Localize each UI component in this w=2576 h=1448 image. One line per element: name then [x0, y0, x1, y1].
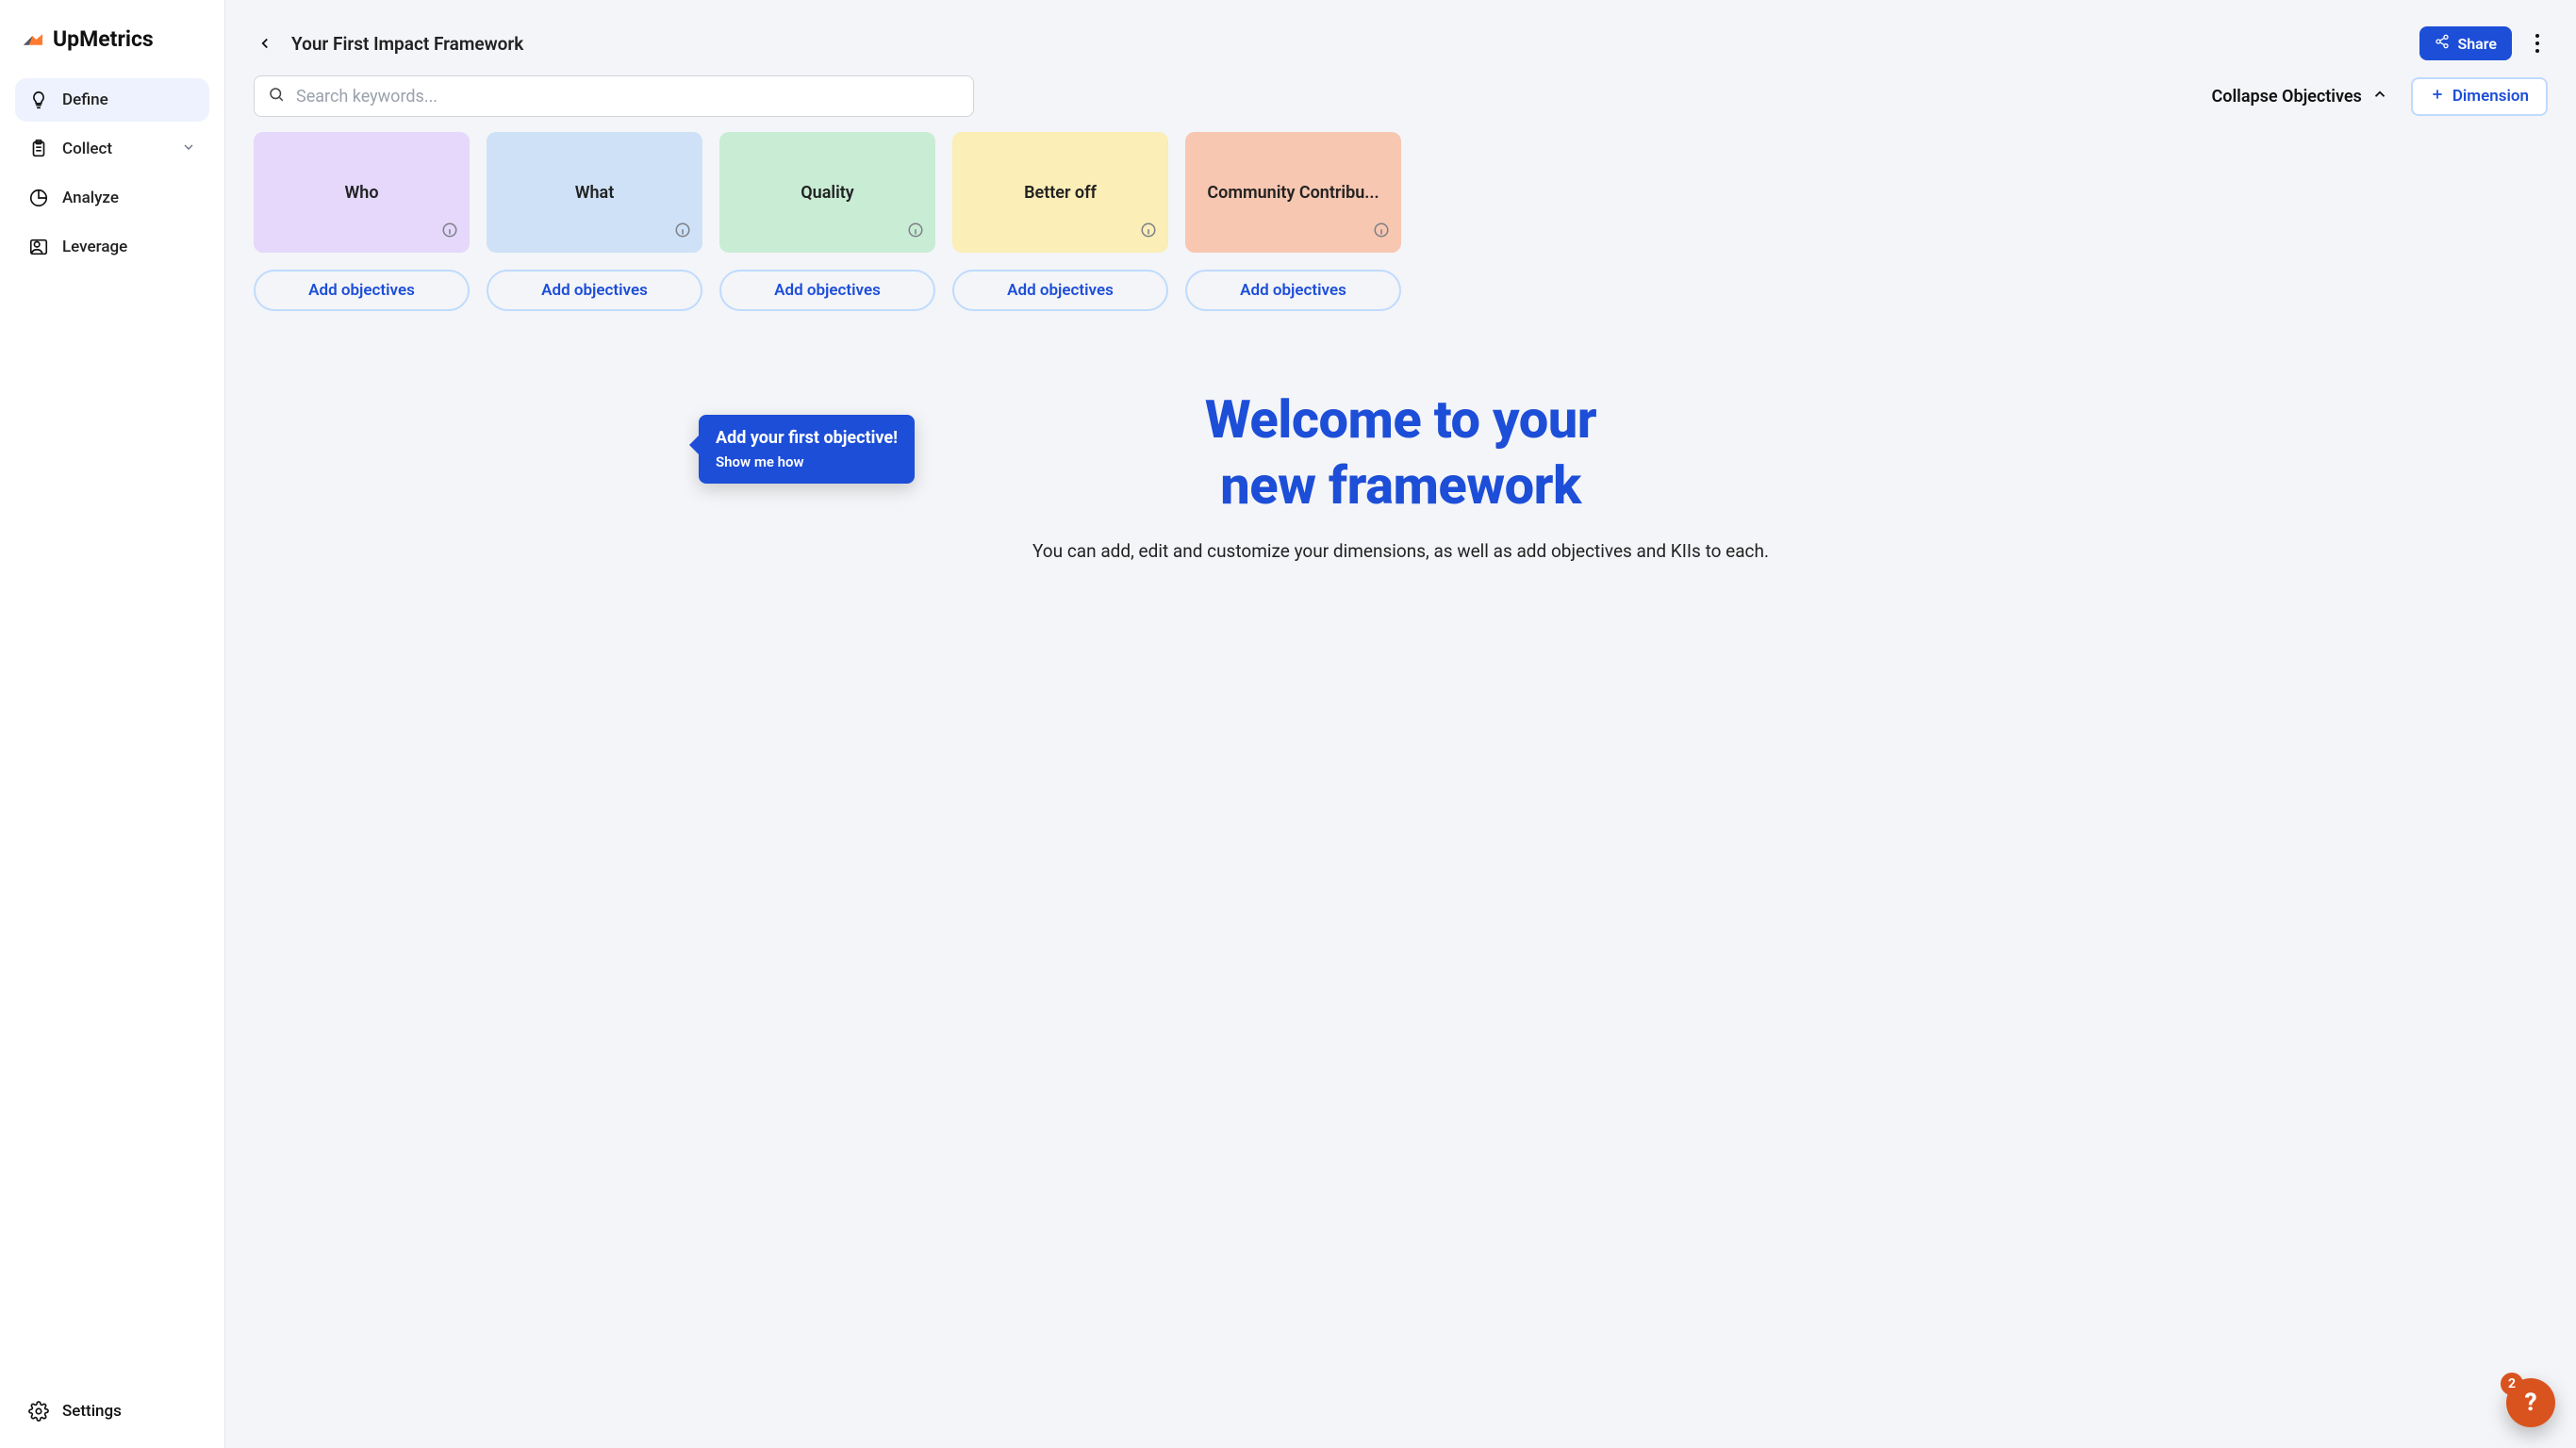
- dimension-card-community[interactable]: Community Contribu...: [1185, 132, 1401, 253]
- dimension-label: Better off: [1015, 183, 1106, 203]
- page-title: Your First Impact Framework: [291, 33, 523, 55]
- add-objectives-button[interactable]: Add objectives: [1185, 270, 1401, 311]
- dimension-label: What: [566, 183, 624, 203]
- brand-name: UpMetrics: [53, 26, 154, 52]
- info-icon[interactable]: [1373, 222, 1390, 243]
- share-icon: [2435, 34, 2450, 53]
- welcome-block: Welcome to your new framework You can ad…: [225, 387, 2576, 566]
- dimension-label: Community Contribu...: [1197, 183, 1388, 203]
- info-icon[interactable]: [674, 222, 691, 243]
- help-badge: 2: [2501, 1373, 2523, 1395]
- user-card-icon: [28, 237, 49, 257]
- logo-icon: [23, 29, 43, 50]
- sidebar-item-label: Settings: [62, 1402, 122, 1421]
- add-objectives-button[interactable]: Add objectives: [719, 270, 935, 311]
- dimension-label: Who: [335, 183, 388, 203]
- gear-icon: [28, 1401, 49, 1422]
- sidebar-nav: Define Collect Analyze Leverage: [15, 78, 209, 269]
- info-icon[interactable]: [441, 222, 458, 243]
- sidebar-item-leverage[interactable]: Leverage: [15, 225, 209, 269]
- collapse-objectives-button[interactable]: Collapse Objectives: [2212, 86, 2388, 107]
- welcome-body: You can add, edit and customize your dim…: [225, 537, 2576, 566]
- dimension-column: Better off Add objectives: [952, 132, 1168, 311]
- info-icon[interactable]: [907, 222, 924, 243]
- sidebar-item-collect[interactable]: Collect: [15, 127, 209, 171]
- dimension-card-better-off[interactable]: Better off: [952, 132, 1168, 253]
- lightbulb-icon: [28, 90, 49, 110]
- dimension-card-who[interactable]: Who: [254, 132, 470, 253]
- sidebar-item-label: Leverage: [62, 238, 127, 256]
- add-objectives-button[interactable]: Add objectives: [254, 270, 470, 311]
- collapse-label: Collapse Objectives: [2212, 87, 2362, 107]
- sidebar-item-analyze[interactable]: Analyze: [15, 176, 209, 220]
- add-objectives-button[interactable]: Add objectives: [487, 270, 702, 311]
- search-box[interactable]: [254, 75, 974, 117]
- sidebar: UpMetrics Define Collect Analyze: [0, 0, 225, 1448]
- clipboard-icon: [28, 139, 49, 159]
- brand: UpMetrics: [15, 15, 209, 71]
- sidebar-item-label: Define: [62, 90, 108, 109]
- controls-row: Collapse Objectives Dimension: [225, 75, 2576, 132]
- plus-icon: [2430, 87, 2445, 107]
- dimension-card-what[interactable]: What: [487, 132, 702, 253]
- add-dimension-button[interactable]: Dimension: [2411, 77, 2548, 116]
- chevron-up-icon: [2371, 86, 2388, 107]
- help-icon: ?: [2524, 1389, 2536, 1417]
- pie-chart-icon: [28, 188, 49, 208]
- sidebar-item-define[interactable]: Define: [15, 78, 209, 122]
- dimension-label: Dimension: [2452, 87, 2529, 106]
- topbar: Your First Impact Framework Share: [225, 0, 2576, 75]
- add-objectives-button[interactable]: Add objectives: [952, 270, 1168, 311]
- info-icon[interactable]: [1140, 222, 1157, 243]
- search-input[interactable]: [296, 87, 960, 107]
- search-icon: [268, 86, 285, 107]
- dimensions-row: Who Add objectives What Add objectives Q…: [225, 132, 2576, 311]
- dimension-label: Quality: [791, 183, 863, 203]
- more-menu-button[interactable]: [2527, 29, 2548, 58]
- tooltip-show-me-how[interactable]: Show me how: [716, 453, 898, 470]
- welcome-heading: Welcome to your new framework: [225, 387, 2576, 518]
- help-fab: 2 ?: [2506, 1378, 2555, 1427]
- dimension-column: Who Add objectives: [254, 132, 470, 311]
- dimension-card-quality[interactable]: Quality: [719, 132, 935, 253]
- sidebar-item-label: Collect: [62, 140, 112, 158]
- dimension-column: Community Contribu... Add objectives: [1185, 132, 1401, 311]
- onboarding-tooltip: Add your first objective! Show me how: [699, 415, 915, 484]
- sidebar-item-label: Analyze: [62, 189, 119, 207]
- tooltip-title: Add your first objective!: [716, 428, 898, 448]
- dimension-column: What Add objectives: [487, 132, 702, 311]
- back-button[interactable]: [254, 32, 276, 55]
- share-label: Share: [2457, 35, 2497, 53]
- chevron-down-icon: [181, 140, 196, 159]
- main: Your First Impact Framework Share Collap…: [225, 0, 2576, 1448]
- sidebar-item-settings[interactable]: Settings: [15, 1390, 209, 1433]
- share-button[interactable]: Share: [2419, 26, 2512, 60]
- dimension-column: Quality Add objectives: [719, 132, 935, 311]
